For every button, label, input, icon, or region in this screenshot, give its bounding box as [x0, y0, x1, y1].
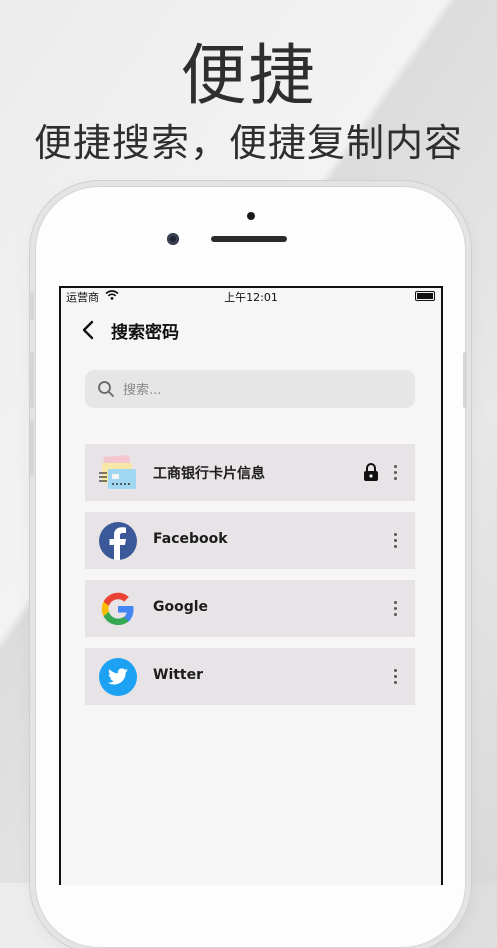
list-item-label: 工商银行卡片信息 — [153, 466, 265, 482]
list-item-label: Witter — [153, 667, 204, 683]
status-time: 上午12:01 — [224, 291, 278, 304]
twitter-icon — [99, 658, 137, 696]
hero-subtitle: 便捷搜索，便捷复制内容 — [33, 121, 463, 165]
hero-title: 便捷 — [180, 37, 317, 114]
navbar: 搜索密码 — [61, 312, 441, 348]
search-input[interactable] — [121, 370, 405, 410]
more-options-icon[interactable] — [391, 666, 399, 686]
list-item-label: Google — [153, 599, 209, 615]
password-list: 工商银行卡片信息 Facebook Google Witter — [85, 444, 415, 716]
lock-icon — [364, 463, 378, 481]
more-options-icon[interactable] — [391, 598, 399, 618]
search-bar[interactable] — [85, 370, 415, 410]
list-item-facebook[interactable]: Facebook — [85, 512, 415, 569]
google-icon — [101, 592, 134, 625]
power-button — [463, 352, 467, 408]
more-options-icon[interactable] — [391, 462, 399, 482]
more-options-icon[interactable] — [391, 530, 399, 550]
proximity-sensor-icon — [247, 212, 255, 220]
volume-down-button — [30, 420, 34, 476]
front-camera-icon — [167, 233, 179, 245]
list-item-bank-card[interactable]: 工商银行卡片信息 — [85, 444, 415, 501]
list-item-google[interactable]: Google — [85, 580, 415, 637]
battery-icon — [415, 291, 435, 301]
back-arrow-icon[interactable] — [77, 318, 101, 342]
list-item-witter[interactable]: Witter — [85, 648, 415, 705]
search-icon — [98, 381, 114, 397]
phone-screen: 运营商 上午12:01 搜索密码 搜索... 工商银行卡片信息 Facebook… — [59, 286, 443, 885]
page-title: 搜索密码 — [111, 323, 179, 343]
volume-up-button — [30, 352, 34, 408]
mute-switch — [30, 292, 34, 320]
status-bar: 运营商 上午12:01 — [61, 288, 441, 304]
list-item-label: Facebook — [153, 531, 228, 547]
facebook-icon — [99, 522, 137, 560]
bank-card-icon — [99, 455, 136, 489]
speaker-grille — [211, 236, 287, 242]
